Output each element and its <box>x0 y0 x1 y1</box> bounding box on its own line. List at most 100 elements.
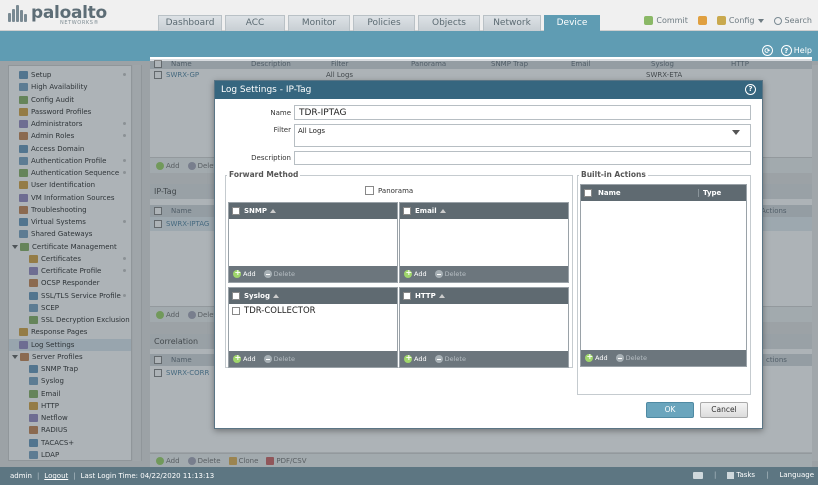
help-icon: ? <box>780 45 792 56</box>
tab-policies[interactable]: Policies <box>353 15 415 31</box>
commit-icon <box>644 16 654 25</box>
syslog-select-all-checkbox[interactable] <box>232 292 240 300</box>
snmp-column-name[interactable]: SNMP <box>244 207 267 215</box>
description-label: Description <box>251 154 291 162</box>
add-icon <box>233 353 241 363</box>
chevron-down-icon <box>757 18 764 23</box>
filter-value: All Logs <box>298 127 326 135</box>
tab-dashboard[interactable]: Dashboard <box>158 15 222 31</box>
refresh-icon[interactable]: ⟳ <box>761 45 773 56</box>
name-label: Name <box>270 108 291 117</box>
snmp-delete-button[interactable]: Delete <box>263 270 295 278</box>
email-grid-footer: Add Delete <box>400 266 568 282</box>
tasks-button[interactable]: Tasks <box>727 471 755 479</box>
builtin-actions-title: Built-in Actions <box>579 170 648 179</box>
name-input[interactable] <box>294 105 751 120</box>
status-user: admin <box>10 472 32 480</box>
last-login-time: Last Login Time: 04/22/2020 11:13:13 <box>80 472 215 480</box>
http-select-all-checkbox[interactable] <box>403 292 411 300</box>
snmp-add-button[interactable]: Add <box>233 268 256 278</box>
add-icon <box>404 268 412 278</box>
delete-icon <box>263 270 272 278</box>
add-icon <box>233 268 241 278</box>
snmp-grid: SNMP Add Delete <box>228 202 398 283</box>
builtin-actions-grid: Name Type Add Delete <box>580 184 747 367</box>
tab-objects[interactable]: Objects <box>418 15 480 31</box>
add-icon <box>404 353 412 363</box>
http-delete-button[interactable]: Delete <box>434 355 466 363</box>
dialog-title: Log Settings - IP-Tag <box>221 85 312 95</box>
builtin-col-type[interactable]: Type <box>698 189 721 197</box>
delete-icon <box>615 354 624 362</box>
dialog-titlebar: Log Settings - IP-Tag ? <box>215 81 762 99</box>
table-row[interactable]: TDR-COLLECTOR <box>229 304 397 318</box>
email-delete-button[interactable]: Delete <box>434 270 466 278</box>
http-column-name[interactable]: HTTP <box>415 292 436 300</box>
description-input[interactable] <box>294 151 751 165</box>
syslog-row-name: TDR-COLLECTOR <box>244 306 316 316</box>
help-label: Help <box>793 46 812 55</box>
language-button[interactable]: Language <box>779 471 814 479</box>
cancel-button[interactable]: Cancel <box>700 402 748 418</box>
config-button[interactable]: Config <box>716 16 764 25</box>
add-icon <box>585 352 593 362</box>
top-header: paloalto NETWORKS® Dashboard ACC Monitor… <box>0 0 818 31</box>
builtin-delete-button[interactable]: Delete <box>615 354 647 362</box>
filter-dropdown[interactable]: All Logs <box>294 124 751 147</box>
email-grid-header: Email <box>400 203 568 219</box>
tab-device[interactable]: Device <box>544 15 600 31</box>
messages-icon[interactable] <box>692 471 703 479</box>
delete-icon <box>434 355 443 363</box>
panorama-option[interactable]: Panorama <box>365 186 413 195</box>
http-grid: HTTP Add Delete <box>399 287 569 368</box>
commit-button[interactable]: Commit <box>644 16 688 25</box>
builtin-select-all-checkbox[interactable] <box>584 189 592 197</box>
snmp-grid-footer: Add Delete <box>229 266 397 282</box>
lock-button[interactable] <box>697 16 707 25</box>
builtin-grid-footer: Add Delete <box>581 350 746 366</box>
email-grid: Email Add Delete <box>399 202 569 283</box>
config-icon <box>716 16 726 25</box>
sort-asc-icon <box>438 294 445 298</box>
delete-icon <box>263 355 272 363</box>
tab-network[interactable]: Network <box>483 15 541 31</box>
search-button[interactable]: Search <box>773 16 812 25</box>
snmp-select-all-checkbox[interactable] <box>232 207 240 215</box>
logout-link[interactable]: Logout <box>44 472 68 480</box>
email-select-all-checkbox[interactable] <box>403 207 411 215</box>
tab-monitor[interactable]: Monitor <box>288 15 350 31</box>
filter-label: Filter <box>273 126 291 134</box>
logo-subtext: NETWORKS® <box>60 20 100 26</box>
builtin-add-button[interactable]: Add <box>585 352 608 362</box>
http-add-button[interactable]: Add <box>404 353 427 363</box>
sort-asc-icon <box>273 294 279 298</box>
builtin-grid-header: Name Type <box>581 185 746 201</box>
forward-method-title: Forward Method <box>227 170 301 179</box>
syslog-grid-header: Syslog <box>229 288 397 304</box>
email-add-button[interactable]: Add <box>404 268 427 278</box>
panorama-label: Panorama <box>378 186 414 195</box>
syslog-delete-button[interactable]: Delete <box>263 355 295 363</box>
panorama-checkbox[interactable] <box>365 186 374 195</box>
search-icon <box>773 16 782 25</box>
http-grid-footer: Add Delete <box>400 351 568 367</box>
syslog-column-name[interactable]: Syslog <box>244 292 270 300</box>
dialog-help-icon[interactable]: ? <box>745 84 756 95</box>
snmp-grid-header: SNMP <box>229 203 397 219</box>
builtin-col-name[interactable]: Name <box>596 189 698 197</box>
chevron-down-icon <box>732 130 740 135</box>
logo-mark-icon <box>8 4 28 22</box>
ok-button[interactable]: OK <box>646 402 694 418</box>
sort-asc-icon <box>439 209 446 213</box>
sort-asc-icon <box>270 209 276 213</box>
main-nav-tabs: Dashboard ACC Monitor Policies Objects N… <box>158 15 603 31</box>
tab-acc[interactable]: ACC <box>225 15 285 31</box>
config-label: Config <box>728 16 755 25</box>
row-checkbox[interactable] <box>232 307 240 315</box>
status-bar: admin | Logout | Last Login Time: 04/22/… <box>0 467 818 485</box>
syslog-grid-footer: Add Delete <box>229 351 397 367</box>
email-column-name[interactable]: Email <box>415 207 437 215</box>
syslog-grid: Syslog TDR-COLLECTOR Add Delete <box>228 287 398 368</box>
help-button[interactable]: ? Help <box>780 45 812 56</box>
syslog-add-button[interactable]: Add <box>233 353 256 363</box>
